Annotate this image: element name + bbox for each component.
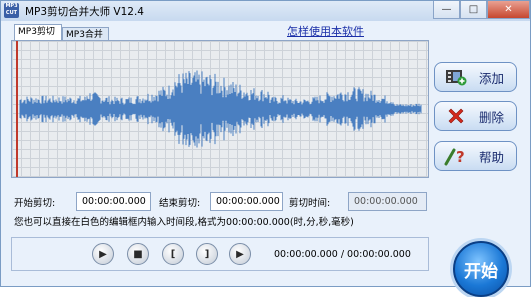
app-window: MP3 CUT MP3剪切合并大师 V12.4 — □ ✕ MP3剪切 MP3合… — [0, 0, 531, 297]
format-hint: 您也可以直接在白色的编辑框内输入时间段,格式为00:00:00.000(时,分,… — [14, 217, 354, 228]
start-cut-input[interactable]: 00:00:00.000 — [76, 192, 151, 211]
playhead-cursor[interactable] — [16, 41, 18, 177]
help-icon: ? — [443, 145, 469, 167]
add-button-label: 添加 — [479, 70, 505, 86]
end-cut-input[interactable]: 00:00:00.000 — [210, 192, 283, 211]
window-title: MP3剪切合并大师 V12.4 — [25, 6, 144, 18]
minimize-button[interactable]: — — [433, 1, 460, 19]
svg-text:?: ? — [456, 148, 465, 166]
help-button[interactable]: ? 帮助 — [434, 141, 517, 171]
how-to-use-link[interactable]: 怎样使用本软件 — [287, 23, 364, 39]
close-button[interactable]: ✕ — [487, 1, 530, 19]
waveform — [19, 70, 422, 148]
stop-button[interactable]: ■ — [127, 243, 149, 265]
mark-start-button[interactable]: [ — [162, 243, 184, 265]
help-button-label: 帮助 — [479, 149, 505, 165]
film-add-icon — [443, 66, 469, 88]
waveform-trace — [19, 70, 422, 148]
playback-time-display: 00:00:00.000 / 00:00:00.000 — [274, 249, 411, 260]
app-logo-text: MP3 CUT — [5, 3, 18, 16]
title-bar[interactable]: MP3 CUT MP3剪切合并大师 V12.4 — □ ✕ — [1, 1, 530, 21]
start-button[interactable]: 开始 — [453, 241, 509, 297]
app-logo-icon: MP3 CUT — [4, 3, 19, 18]
maximize-button[interactable]: □ — [460, 1, 487, 19]
mark-end-button[interactable]: ] — [196, 243, 218, 265]
red-x-icon — [443, 105, 469, 127]
tab-mp3-cut[interactable]: MP3剪切 — [14, 24, 62, 41]
play-button[interactable]: ▶ — [92, 243, 114, 265]
delete-button[interactable]: 删除 — [434, 101, 517, 131]
add-button[interactable]: 添加 — [434, 62, 517, 92]
cut-duration-label: 剪切时间: — [289, 198, 331, 209]
cut-duration-field: 00:00:00.000 — [348, 192, 427, 211]
play-selection-button[interactable]: ▶ — [229, 243, 251, 265]
start-cut-label: 开始剪切: — [14, 198, 56, 209]
end-cut-label: 结束剪切: — [159, 198, 201, 209]
window-controls: — □ ✕ — [433, 1, 530, 19]
waveform-panel[interactable] — [11, 40, 429, 178]
delete-button-label: 删除 — [479, 109, 505, 125]
